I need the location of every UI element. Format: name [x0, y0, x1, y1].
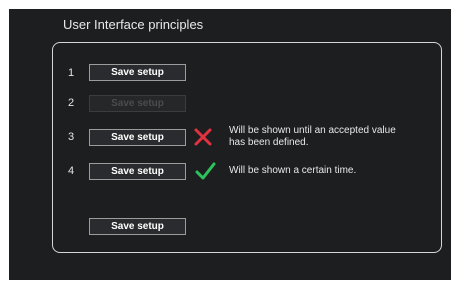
row-number-3: 3 — [67, 131, 75, 143]
check-icon — [195, 162, 216, 180]
row-4-note: Will be shown a certain time. — [229, 165, 357, 176]
row-number-4: 4 — [67, 165, 75, 177]
save-setup-button-bottom[interactable]: Save setup — [89, 218, 186, 235]
row-3-note: Will be shown until an accepted value ha… — [229, 125, 396, 148]
save-setup-button-1[interactable]: Save setup — [89, 64, 186, 81]
page-title: User Interface principles — [63, 17, 204, 32]
save-setup-button-4[interactable]: Save setup — [89, 163, 186, 180]
ui-principles-screen: User Interface principles 1 Save setup 2… — [9, 9, 451, 280]
row-number-2: 2 — [67, 97, 75, 109]
row-number-1: 1 — [67, 67, 75, 79]
save-setup-button-2-disabled: Save setup — [89, 95, 186, 112]
cross-icon — [194, 128, 212, 146]
save-setup-button-3[interactable]: Save setup — [89, 129, 186, 146]
